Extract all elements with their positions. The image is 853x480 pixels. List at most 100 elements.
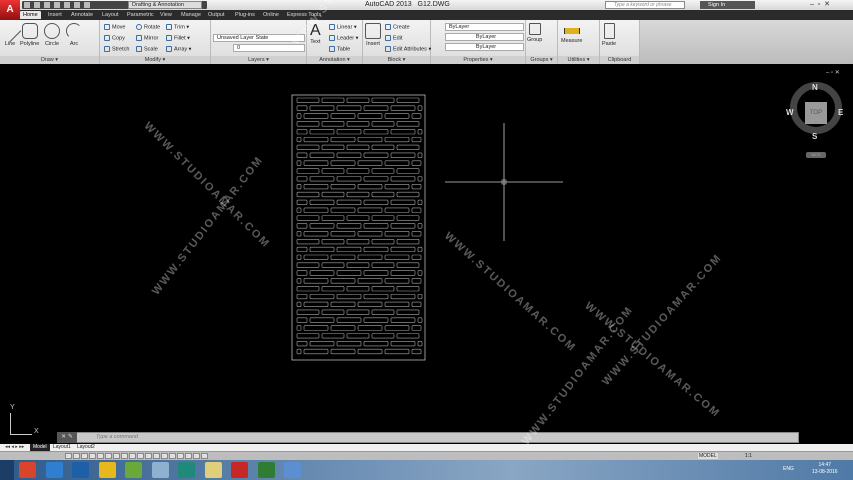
compass-north[interactable]: N <box>812 83 818 92</box>
layout-nav-arrows[interactable]: ◂◂ ◂ ▸ ▸▸ <box>2 444 27 451</box>
panel-title[interactable]: Groups ▾ <box>526 56 557 64</box>
tab-home[interactable]: Home <box>20 11 41 19</box>
search-input[interactable]: Type a keyword or phrase <box>605 1 685 9</box>
panel-title[interactable]: Clipboard <box>600 56 639 64</box>
linetype-dropdown[interactable]: ByLayer <box>445 43 524 51</box>
photoshop-icon[interactable] <box>72 462 89 478</box>
excel-icon[interactable] <box>257 462 275 478</box>
leader-button[interactable]: Leader ▾ <box>329 35 358 41</box>
layer-dropdown[interactable]: 0 <box>233 44 305 52</box>
save-icon[interactable] <box>44 2 50 8</box>
panel-title[interactable]: Block ▾ <box>363 56 430 64</box>
powerpoint-icon[interactable] <box>19 462 36 478</box>
panel-title[interactable]: Draw ▾ <box>0 56 99 64</box>
stretch-button[interactable]: Stretch <box>104 46 129 52</box>
wcs-menu[interactable]: WCS <box>806 152 826 158</box>
table-button[interactable]: Table <box>329 46 350 52</box>
status-toggle-icon[interactable] <box>97 453 104 459</box>
status-toggle-icon[interactable] <box>177 453 184 459</box>
color-dropdown[interactable]: ByLayer <box>445 23 524 31</box>
arc-button[interactable]: Arc <box>66 23 82 47</box>
calculator-icon[interactable] <box>151 462 169 478</box>
paint-icon[interactable] <box>284 462 301 478</box>
status-toggle-icon[interactable] <box>161 453 168 459</box>
scale-button[interactable]: Scale <box>136 46 158 52</box>
insert-button[interactable]: Insert <box>365 23 381 47</box>
status-toggle-icon[interactable] <box>73 453 80 459</box>
lineweight-dropdown[interactable]: ByLayer <box>445 33 524 41</box>
polyline-button[interactable]: Polyline <box>20 23 39 47</box>
undo-icon[interactable] <box>74 2 80 8</box>
tab-manage[interactable]: Manage <box>178 11 204 19</box>
minimize-icon[interactable]: – <box>810 1 814 8</box>
language-indicator[interactable]: ENG <box>783 466 794 472</box>
status-toggle-icon[interactable] <box>153 453 160 459</box>
clock[interactable]: 14:47 13-08-2016 <box>812 462 838 476</box>
status-toggle-icon[interactable] <box>193 453 200 459</box>
chrome-icon[interactable] <box>98 462 116 478</box>
status-toggle-icon[interactable] <box>145 453 152 459</box>
workspace-dropdown[interactable]: Drafting & Annotation <box>128 1 202 9</box>
edit-block-button[interactable]: Edit <box>385 35 402 41</box>
panel-title[interactable]: Layers ▾ <box>211 56 306 64</box>
line-button[interactable]: Line <box>0 19 22 47</box>
status-toggle-icon[interactable] <box>105 453 112 459</box>
open-icon[interactable] <box>34 2 40 8</box>
tab-online[interactable]: Online <box>260 11 282 19</box>
utorrent-icon[interactable] <box>125 462 142 478</box>
panel-outline[interactable] <box>291 94 426 361</box>
edit-attributes-button[interactable]: Edit Attributes ▾ <box>385 46 431 52</box>
move-button[interactable]: Move <box>104 24 125 30</box>
rotate-button[interactable]: Rotate <box>136 24 160 30</box>
status-toggle-icon[interactable] <box>185 453 192 459</box>
status-toggle-icon[interactable] <box>137 453 144 459</box>
create-block-button[interactable]: Create <box>385 24 410 30</box>
compass-south[interactable]: S <box>812 132 817 141</box>
status-toggle-icon[interactable] <box>169 453 176 459</box>
redo-icon[interactable] <box>84 2 90 8</box>
measure-button[interactable]: Measure <box>561 24 582 44</box>
sign-in-button[interactable]: Sign In <box>700 1 756 9</box>
close-icon[interactable]: ✕ <box>824 1 830 8</box>
mirror-button[interactable]: Mirror <box>136 35 158 41</box>
tab-parametric[interactable]: Parametric <box>124 11 157 19</box>
status-toggle-icon[interactable] <box>121 453 128 459</box>
array-button[interactable]: Array ▾ <box>166 46 191 52</box>
autocad-icon[interactable] <box>231 462 248 478</box>
publisher-icon[interactable] <box>178 462 195 478</box>
panel-title[interactable]: Annotation ▾ <box>307 56 362 64</box>
plot-icon[interactable] <box>64 2 70 8</box>
paste-button[interactable]: Paste <box>602 23 616 47</box>
status-toggle-icon[interactable] <box>113 453 120 459</box>
trim-button[interactable]: Trim ▾ <box>166 24 189 30</box>
tab-view[interactable]: View <box>157 11 175 19</box>
linear-button[interactable]: Linear ▾ <box>329 24 357 30</box>
internet-explorer-icon[interactable] <box>45 462 63 478</box>
tab-plug-ins[interactable]: Plug-ins <box>232 11 258 19</box>
tab-output[interactable]: Output <box>205 11 228 19</box>
command-close-icon[interactable]: ✕ ✎ <box>57 432 77 443</box>
file-explorer-icon[interactable] <box>204 462 222 478</box>
tab-insert[interactable]: Insert <box>45 11 65 19</box>
status-toggle-icon[interactable] <box>89 453 96 459</box>
status-toggle-icon[interactable] <box>65 453 72 459</box>
tab-annotate[interactable]: Annotate <box>68 11 96 19</box>
circle-button[interactable]: Circle <box>44 23 60 47</box>
status-toggle-icon[interactable] <box>129 453 136 459</box>
fillet-button[interactable]: Fillet ▾ <box>166 35 190 41</box>
compass-west[interactable]: W <box>786 108 794 117</box>
panel-title[interactable]: Utilities ▾ <box>558 56 599 64</box>
annotation-scale[interactable]: 1:1 <box>745 453 752 459</box>
restore-icon[interactable]: ▫ <box>818 1 820 8</box>
copy-button[interactable]: Copy <box>104 35 125 41</box>
new-icon[interactable] <box>24 2 30 8</box>
tab-layout[interactable]: Layout <box>99 11 122 19</box>
status-toggle-icon[interactable] <box>81 453 88 459</box>
drawing-canvas[interactable] <box>0 65 853 432</box>
panel-title[interactable]: Properties ▾ <box>431 56 525 64</box>
panel-title[interactable]: Modify ▾ <box>100 56 210 64</box>
start-button[interactable] <box>0 460 14 480</box>
command-input[interactable]: Type a command <box>57 432 799 443</box>
viewcube-top[interactable]: TOP <box>805 102 827 124</box>
status-toggle-icon[interactable] <box>201 453 208 459</box>
